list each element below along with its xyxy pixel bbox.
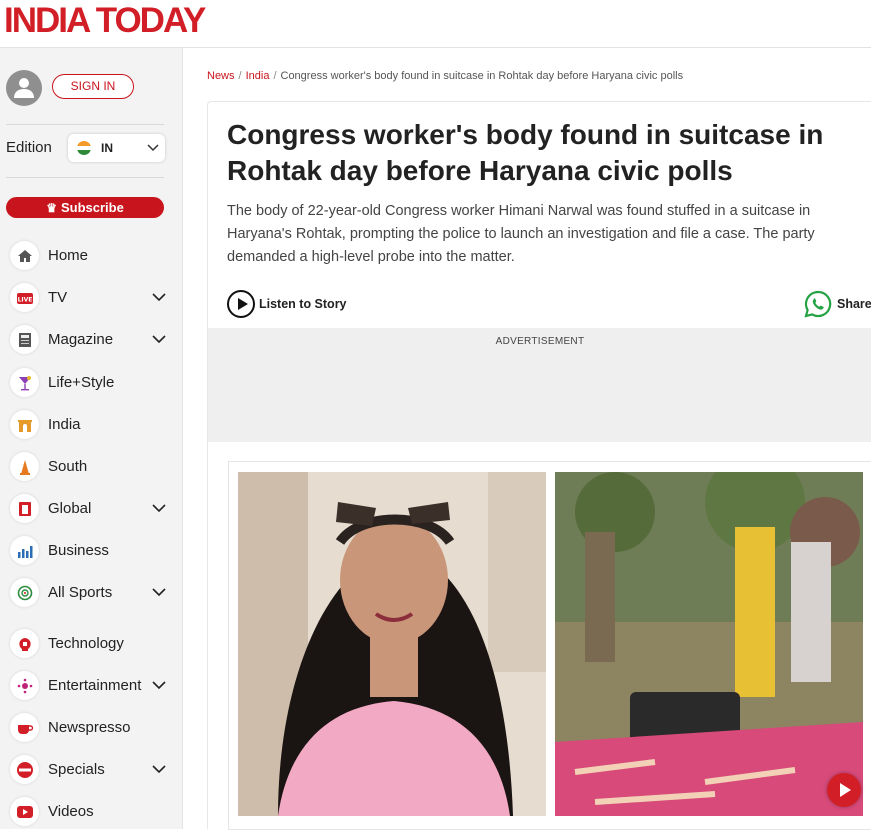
video-icon (10, 797, 39, 826)
article-card: Congress worker's body found in suitcase… (207, 101, 871, 830)
breadcrumb-separator: / (273, 70, 277, 82)
sidebar-item-global[interactable]: Global (0, 491, 183, 527)
sidebar-item-label: Home (48, 247, 89, 264)
whatsapp-icon (804, 290, 832, 318)
chevron-down-icon[interactable] (151, 762, 167, 776)
technology-icon (10, 629, 39, 658)
article-media[interactable] (228, 461, 871, 830)
sidebar-item-specials[interactable]: Specials (0, 752, 183, 788)
sidebar-item-label: Life+Style (48, 374, 115, 391)
sidebar-item-label: South (48, 458, 88, 475)
sidebar-item-india[interactable]: India (0, 407, 183, 443)
avatar[interactable] (6, 70, 42, 106)
sidebar-item-label: Videos (48, 803, 94, 820)
svg-text:LIVE: LIVE (17, 296, 32, 303)
sidebar-item-tv[interactable]: LIVE TV (0, 280, 183, 316)
sidebar-item-business[interactable]: Business (0, 533, 183, 569)
divider (6, 124, 164, 125)
sidebar-item-label: Newspresso (48, 719, 131, 736)
chevron-down-icon[interactable] (151, 585, 167, 599)
divider (6, 177, 164, 178)
breadcrumb-separator: / (238, 70, 242, 82)
breadcrumb: News / India / Congress worker's body found … (207, 70, 683, 82)
india-gate-icon (10, 410, 39, 439)
user-icon (14, 78, 34, 98)
sidebar-item-life-style[interactable]: Life+Style (0, 365, 183, 401)
breadcrumb-current: Congress worker's body found in suitcase… (280, 70, 684, 82)
share-button[interactable]: Share (804, 290, 871, 318)
sidebar-item-newspresso[interactable]: Newspresso (0, 710, 183, 746)
chevron-down-icon (147, 144, 159, 152)
sidebar-item-label: Global (48, 500, 92, 517)
sidebar-item-label: Technology (48, 635, 124, 652)
portrait-photo (238, 472, 546, 816)
sidebar-item-south[interactable]: South (0, 449, 183, 485)
crown-icon: ♛ (46, 201, 57, 215)
advertisement-label: ADVERTISEMENT (495, 336, 585, 347)
article-summary: The body of 22-year-old Congress worker … (227, 203, 815, 265)
subscribe-label: Subscribe (60, 200, 124, 215)
advertisement-slot: ADVERTISEMENT (208, 328, 871, 442)
live-tv-icon: LIVE (10, 283, 39, 312)
edition-select[interactable]: IN (68, 134, 165, 162)
listen-label: Listen to Story (259, 297, 347, 311)
top-header: INDIA TODAY (0, 0, 871, 48)
sidebar-item-home[interactable]: Home (0, 238, 183, 274)
chevron-down-icon[interactable] (151, 332, 167, 346)
sidebar-item-magazine[interactable]: Magazine (0, 322, 183, 358)
play-icon (227, 290, 255, 318)
sidebar: SIGN IN Edition IN ♛ Subscribe Home LIVE … (0, 48, 183, 829)
home-icon (10, 241, 39, 270)
sidebar-item-all-sports[interactable]: All Sports (0, 575, 183, 611)
entertainment-icon (10, 671, 39, 700)
magazine-icon (10, 325, 39, 354)
sidebar-item-label: Entertainment (48, 677, 142, 694)
sports-icon (10, 578, 39, 607)
temple-icon (10, 452, 39, 481)
sidebar-item-label: India (48, 416, 81, 433)
cocktail-icon (10, 368, 39, 397)
specials-icon (10, 755, 39, 784)
global-icon (10, 494, 39, 523)
chevron-down-icon[interactable] (151, 678, 167, 692)
crime-scene-photo (555, 472, 863, 816)
chevron-down-icon[interactable] (151, 501, 167, 515)
india-flag-icon (77, 141, 91, 155)
article-headline: Congress worker's body found in suitcase… (227, 119, 824, 186)
breadcrumb-link-news[interactable]: News (207, 70, 235, 82)
coffee-cup-icon (10, 713, 39, 742)
sidebar-item-label: Business (48, 542, 109, 559)
sidebar-item-entertainment[interactable]: Entertainment (0, 668, 183, 704)
breadcrumb-link-india[interactable]: India (246, 70, 270, 82)
sign-in-button[interactable]: SIGN IN (52, 74, 134, 99)
sidebar-item-label: All Sports (48, 584, 113, 601)
sidebar-item-technology[interactable]: Technology (0, 626, 183, 662)
sidebar-item-label: Specials (48, 761, 105, 778)
subscribe-button[interactable]: ♛ Subscribe (6, 197, 164, 218)
edition-label: Edition (6, 139, 52, 156)
edition-value: IN (101, 141, 113, 155)
india-today-logo[interactable]: INDIA TODAY (4, 2, 206, 40)
video-play-button[interactable] (827, 773, 861, 807)
sidebar-item-videos[interactable]: Videos (0, 794, 183, 830)
sidebar-item-label: TV (48, 289, 68, 306)
sidebar-item-label: Magazine (48, 331, 114, 348)
chevron-down-icon[interactable] (151, 290, 167, 304)
share-label: Share (837, 297, 871, 311)
business-chart-icon (10, 536, 39, 565)
